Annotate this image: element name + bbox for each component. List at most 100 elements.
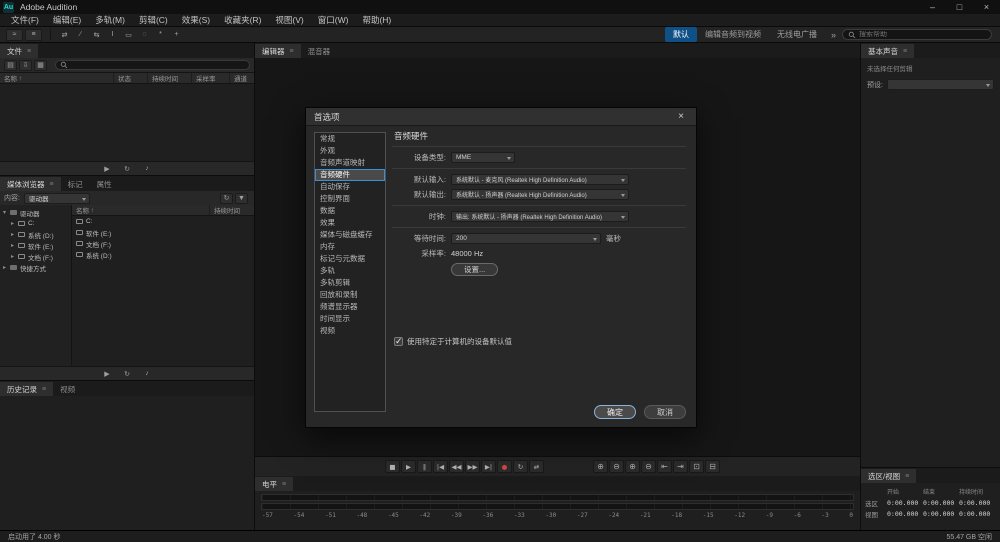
panel-menu-icon[interactable]: ≡ [42, 386, 46, 393]
panel-menu-icon[interactable]: ≡ [27, 48, 31, 55]
column-header-channels[interactable]: 通道 [230, 73, 254, 83]
filter-button[interactable]: ▼ [235, 193, 248, 204]
tree-item-drive[interactable]: ▸ 文档 (F:) [0, 251, 71, 262]
tab-history[interactable]: 历史记录 ≡ [0, 382, 53, 396]
tab-properties[interactable]: 属性 [90, 177, 119, 191]
menu-item[interactable]: 效果(S) [175, 14, 217, 27]
menu-item[interactable]: 收藏夹(R) [217, 14, 268, 27]
zoom-out-time-button[interactable]: ⊖ [609, 460, 624, 473]
panel-menu-icon[interactable]: ≡ [282, 481, 286, 488]
tree-item-drive[interactable]: ▸ 系统 (D:) [0, 229, 71, 240]
preferences-category[interactable]: 频谱显示器 [315, 301, 385, 313]
fast-forward-button[interactable]: ▶▶ [465, 460, 480, 473]
disclosure-open-icon[interactable]: ▾ [3, 209, 10, 216]
menu-item[interactable]: 剪辑(C) [132, 14, 175, 27]
default-output-dropdown[interactable]: 系统默认 - 扬声器 (Realtek High Definition Audi… [451, 189, 629, 200]
show-multitrack-editor-button[interactable]: ≡ [25, 29, 42, 41]
device-type-dropdown[interactable]: MME [451, 152, 515, 163]
help-search-input[interactable] [859, 31, 986, 38]
menu-item[interactable]: 多轨(M) [88, 14, 132, 27]
zoom-to-in-point-button[interactable]: ⇤ [657, 460, 672, 473]
tab-markers[interactable]: 标记 [61, 177, 90, 191]
preferences-category[interactable]: 音频声道映射 [315, 157, 385, 169]
marquee-selection-tool-button[interactable]: ▭ [121, 29, 136, 41]
default-input-dropdown[interactable]: 系统默认 - 麦克风 (Realtek High Definition Audi… [451, 174, 629, 185]
time-value[interactable]: 0:00.000 [923, 510, 959, 518]
minimize-button[interactable]: – [919, 0, 946, 14]
stop-button[interactable]: ■ [385, 460, 400, 473]
media-browser-list-item[interactable]: 软件 (E:) [72, 227, 254, 238]
column-header-duration[interactable]: 持续时间 [148, 73, 192, 83]
disclosure-closed-icon[interactable]: ▸ [11, 220, 18, 227]
menu-item[interactable]: 帮助(H) [355, 14, 398, 27]
tab-editor[interactable]: 编辑器 ≡ [255, 44, 301, 58]
preferences-category[interactable]: 常规 [315, 133, 385, 145]
slip-tool-button[interactable]: ⇆ [89, 29, 104, 41]
play-button[interactable]: ▶ [401, 460, 416, 473]
move-playhead-to-previous-button[interactable]: |◀ [433, 460, 448, 473]
device-defaults-row[interactable]: 使用特定于计算机的设备默认值 [394, 336, 686, 347]
latency-dropdown[interactable]: 200 [451, 233, 601, 244]
preferences-category[interactable]: 多轨剪辑 [315, 277, 385, 289]
play-preview-button[interactable]: ▶ [99, 368, 115, 379]
preferences-category[interactable]: 数据 [315, 205, 385, 217]
show-waveform-editor-button[interactable]: ≈ [6, 29, 23, 41]
zoom-to-selection-button[interactable]: ⊡ [689, 460, 704, 473]
refresh-button[interactable]: ↻ [220, 193, 233, 204]
preset-dropdown[interactable] [887, 79, 994, 90]
razor-tool-button[interactable]: ∕ [73, 29, 88, 41]
rewind-button[interactable]: ◀◀ [449, 460, 464, 473]
clock-dropdown[interactable]: 输出: 系统默认 - 扬声器 (Realtek High Definition … [451, 211, 629, 222]
column-header-status[interactable]: 状态 [114, 73, 148, 83]
tab-mixer[interactable]: 混音器 [301, 44, 338, 58]
column-header-samplerate[interactable]: 采样率 [192, 73, 230, 83]
panel-menu-icon[interactable]: ≡ [290, 48, 294, 55]
pause-button[interactable]: ‖ [417, 460, 432, 473]
loop-playback-button[interactable]: ↻ [513, 460, 528, 473]
workspace-overflow-button[interactable]: » [831, 30, 836, 40]
time-value[interactable]: 0:00.000 [887, 510, 923, 518]
menu-item[interactable]: 文件(F) [4, 14, 46, 27]
zoom-to-out-point-button[interactable]: ⇥ [673, 460, 688, 473]
media-browser-list-item[interactable]: 文档 (F:) [72, 238, 254, 249]
zoom-out-full-button[interactable]: ⊟ [705, 460, 720, 473]
settings-button[interactable]: 设置... [451, 263, 498, 276]
close-button[interactable]: × [973, 0, 1000, 14]
preferences-category[interactable]: 媒体与磁盘缓存 [315, 229, 385, 241]
files-search-box[interactable] [55, 60, 250, 70]
media-browser-list-item[interactable]: 系统 (D:) [72, 249, 254, 260]
preferences-category[interactable]: 多轨 [315, 265, 385, 277]
disclosure-closed-icon[interactable]: ▸ [11, 231, 18, 238]
preferences-category[interactable]: 音频硬件 [315, 169, 385, 181]
disclosure-closed-icon[interactable]: ▸ [11, 242, 18, 249]
import-file-button[interactable]: ⇩ [19, 60, 32, 71]
time-value[interactable]: 0:00.000 [887, 499, 923, 507]
column-header-duration[interactable]: 持续时间 [210, 205, 254, 215]
skip-selection-button[interactable]: ⇄ [529, 460, 544, 473]
cancel-button[interactable]: 取消 [644, 405, 686, 419]
auto-play-toggle[interactable]: ♪ [139, 368, 155, 379]
tab-levels[interactable]: 电平 ≡ [255, 477, 293, 491]
preferences-category[interactable]: 控制界面 [315, 193, 385, 205]
dialog-title-bar[interactable]: 首选项 × [306, 108, 696, 126]
new-file-button[interactable]: ▦ [34, 60, 47, 71]
tree-item-drives[interactable]: ▾ 驱动器 [0, 207, 71, 218]
auto-play-toggle[interactable]: ♪ [139, 163, 155, 174]
media-browser-list-item[interactable]: C: [72, 216, 254, 227]
tree-item-drive[interactable]: ▸ C: [0, 218, 71, 229]
tree-item-drive[interactable]: ▸ 软件 (E:) [0, 240, 71, 251]
content-dropdown[interactable]: 驱动器 [24, 193, 90, 204]
record-button[interactable]: ● [497, 460, 512, 473]
preferences-category[interactable]: 视频 [315, 325, 385, 337]
tab-selection-view[interactable]: 选区/视图 ≡ [861, 469, 916, 483]
loop-preview-button[interactable]: ↻ [119, 368, 135, 379]
help-search-box[interactable] [842, 29, 992, 40]
play-preview-button[interactable]: ▶ [99, 163, 115, 174]
device-defaults-checkbox[interactable] [394, 337, 403, 346]
files-search-input[interactable] [71, 62, 245, 69]
menu-item[interactable]: 窗口(W) [311, 14, 356, 27]
column-header-name[interactable]: 名称 ↑ [0, 73, 114, 83]
ok-button[interactable]: 确定 [594, 405, 636, 419]
column-header-name[interactable]: 名称 ↑ [72, 205, 210, 215]
preferences-category[interactable]: 标记与元数据 [315, 253, 385, 265]
